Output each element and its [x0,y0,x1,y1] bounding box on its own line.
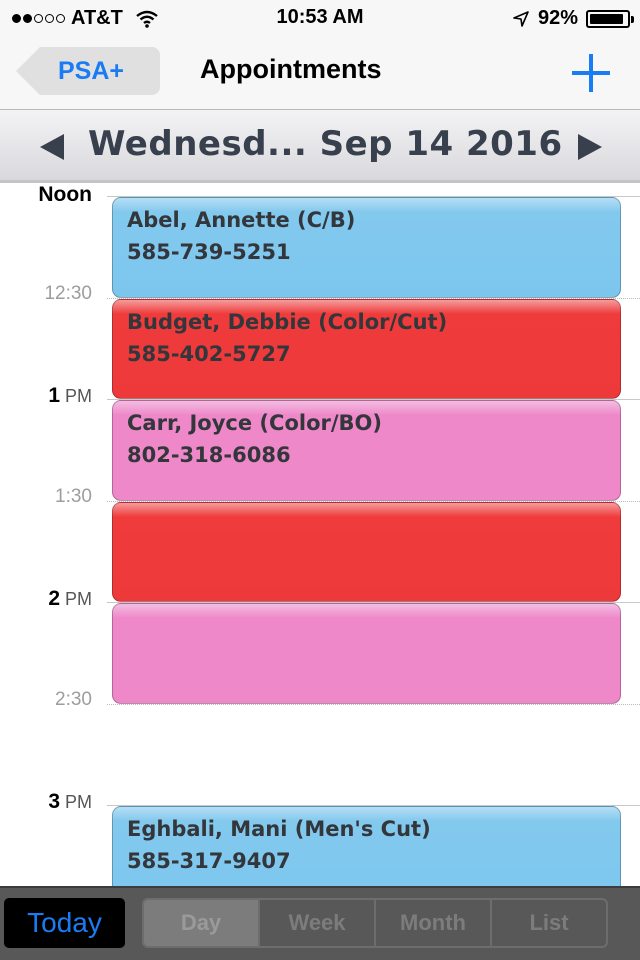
time-label-main: Noon [38,184,92,206]
time-label: 2:30 [0,689,92,711]
time-label: 2 PM [0,587,92,611]
time-label-main: 1 [48,384,60,407]
time-label-main: 2:30 [55,688,92,710]
appointment-client-name: Budget, Debbie (Color/Cut) [127,309,448,334]
appointment-block[interactable]: Eghbali, Mani (Men's Cut) 585-317-9407 [112,806,621,886]
status-right: 92% [512,7,634,30]
time-label: 12:30 [0,283,92,305]
half-hour-gridline [107,703,640,705]
segment-list[interactable]: List [490,900,606,946]
location-arrow-icon [513,10,529,27]
appointment-phone: 585-402-5727 [127,341,291,366]
back-button[interactable]: PSA+ [16,47,160,95]
segment-day[interactable]: Day [144,900,258,946]
time-label-suffix: PM [65,792,92,812]
appointment-phone: 585-739-5251 [127,240,291,264]
time-label-main: 12:30 [44,282,92,304]
appointment-phone: 585-317-9407 [127,849,291,873]
today-button-label: Today [27,907,102,938]
triangle-left-icon[interactable] [40,134,64,160]
today-button[interactable]: Today [4,898,125,948]
navigation-bar: PSA+ Appointments [0,40,640,110]
day-timeline[interactable]: Noon 12:30 1 PM 1:30 2 PM 2:30 3 PM Abel, Annette … [0,184,640,886]
page-title: Appointments [200,54,382,84]
appointment-block[interactable] [112,603,621,704]
time-label: 1 PM [0,384,92,408]
appointment-block[interactable] [112,501,621,602]
segment-week[interactable]: Week [258,900,374,946]
appointment-phone: 802-318-6086 [127,443,291,467]
bottom-toolbar: Today Day Week Month List [0,886,640,960]
time-label-suffix: PM [65,589,92,609]
time-label-main: 3 [48,790,60,813]
date-label: Wednesd... Sep 14 2016 [88,124,563,164]
time-label-suffix: PM [65,386,92,406]
appointment-client-name: Abel, Annette (C/B) [127,208,356,232]
time-label: Noon [0,184,92,207]
plus-icon[interactable] [572,54,610,92]
appointment-block[interactable]: Carr, Joyce (Color/BO) 802-318-6086 [112,400,621,501]
time-label: 1:30 [0,486,92,508]
battery-percent: 92% [537,7,578,29]
time-label-main: 2 [48,587,60,610]
battery-level-fill [590,13,624,24]
view-mode-segmented-control: Day Week Month List [142,898,608,948]
time-label-main: 1:30 [55,485,92,507]
battery-icon [586,9,634,28]
appointment-client-name: Carr, Joyce (Color/BO) [127,411,382,435]
time-label: 3 PM [0,790,92,814]
appointment-client-name: Eghbali, Mani (Men's Cut) [127,817,431,841]
appointment-block[interactable]: Abel, Annette (C/B) 585-739-5251 [112,197,621,298]
triangle-right-icon[interactable] [578,134,602,160]
segment-month[interactable]: Month [374,900,490,946]
date-navigator: Wednesd... Sep 14 2016 [0,110,640,183]
appointment-block[interactable]: Budget, Debbie (Color/Cut) 585-402-5727 [112,298,621,399]
status-bar: AT&T 10:53 AM 92% [0,0,640,40]
back-button-label: PSA+ [58,57,125,85]
